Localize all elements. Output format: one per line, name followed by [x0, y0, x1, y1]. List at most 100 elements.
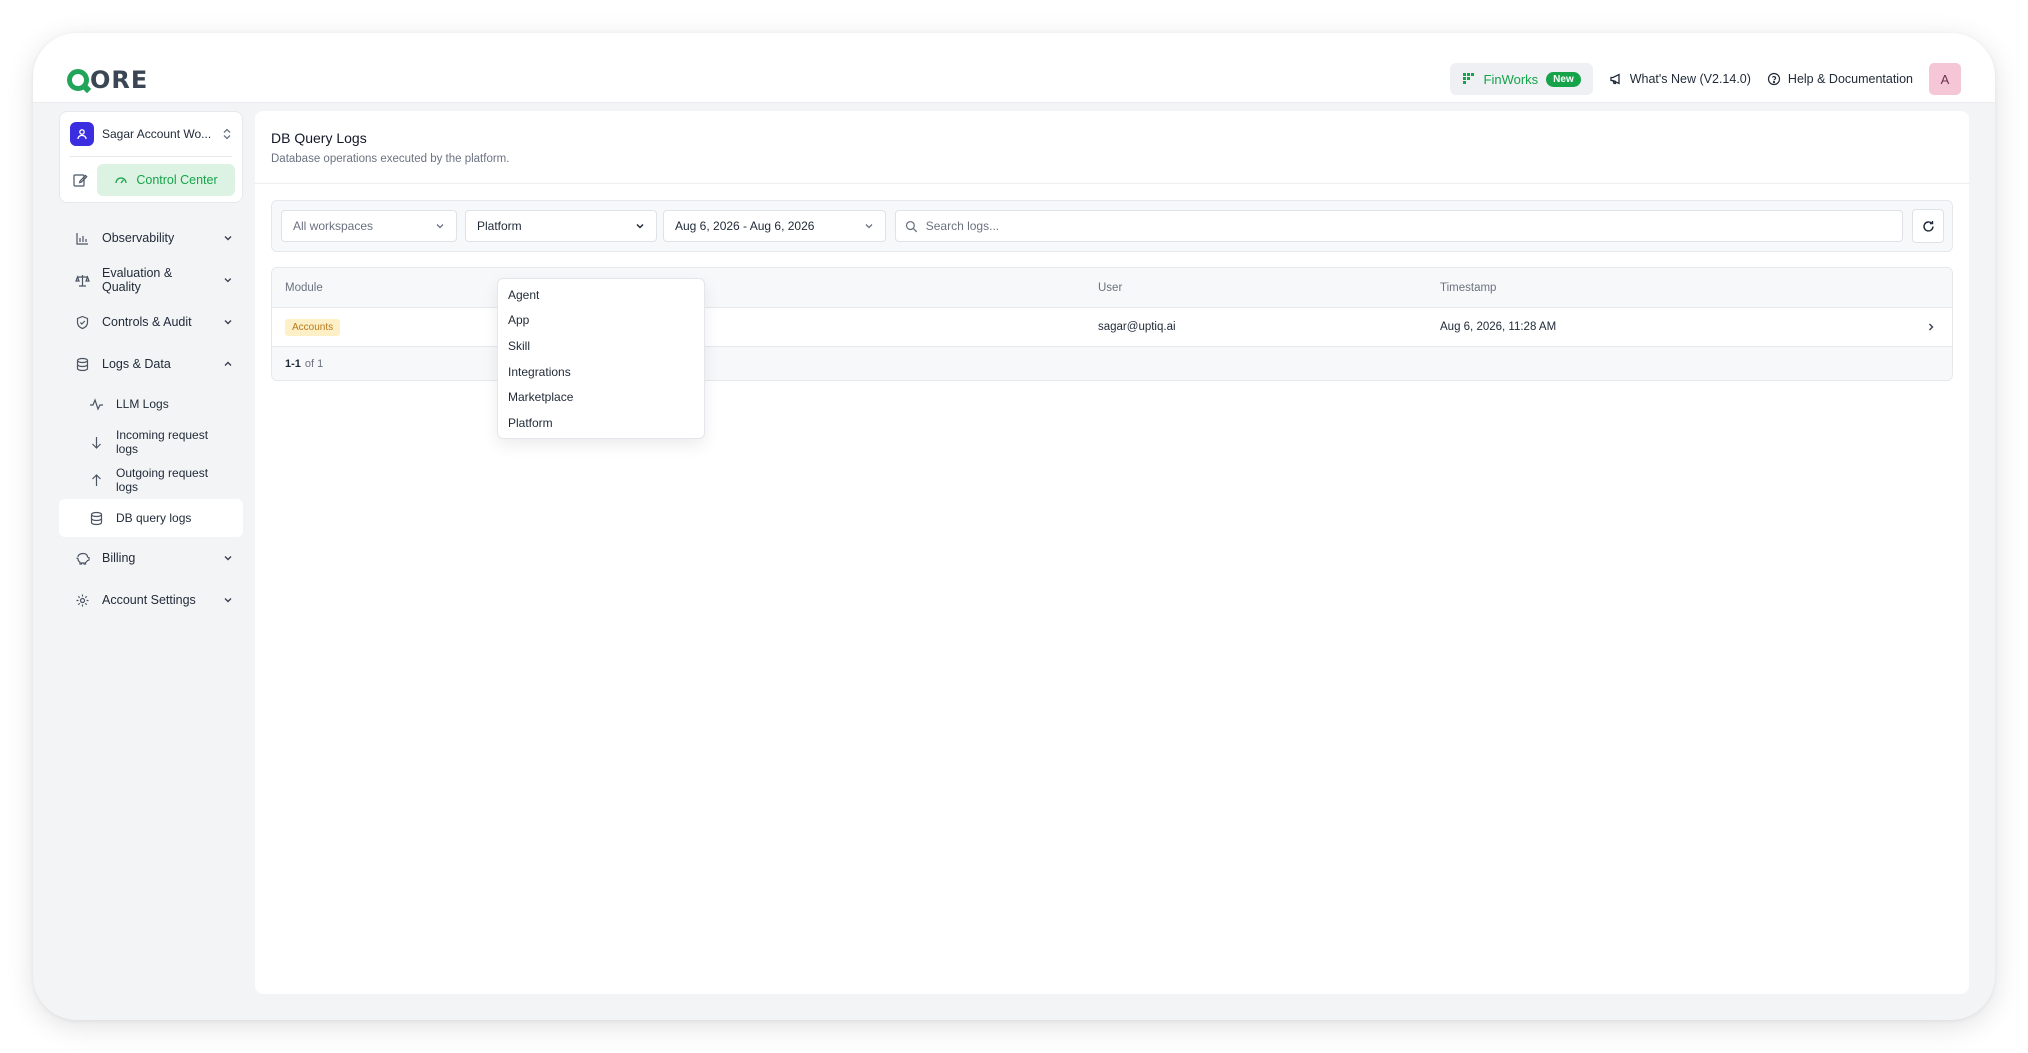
chevron-down-icon	[865, 224, 873, 229]
refresh-button[interactable]	[1912, 209, 1944, 243]
refresh-icon	[1922, 220, 1934, 232]
bar-chart-icon	[76, 232, 88, 245]
database-icon	[76, 357, 89, 371]
piggy-bank-icon	[76, 552, 90, 565]
control-center-label: Control Center	[136, 173, 218, 187]
finworks-button[interactable]: FinWorks New	[1449, 63, 1593, 95]
sidebar-item-label: Billing	[102, 551, 136, 565]
date-range-select[interactable]: Aug 6, 2026 - Aug 6, 2026	[663, 210, 886, 242]
dropdown-option-platform[interactable]: Platform	[498, 410, 704, 436]
sidebar-item-db-query-logs[interactable]: DB query logs	[59, 499, 243, 537]
page-header: DB Query Logs Database operations execut…	[255, 111, 1969, 184]
main-panel: DB Query Logs Database operations execut…	[255, 111, 1969, 994]
qore-logo[interactable]: ORE	[67, 66, 148, 94]
chevron-right-icon[interactable]	[1926, 322, 1936, 332]
sidebar-item-outgoing-request-logs[interactable]: Outgoing request logs	[59, 461, 243, 499]
help-label: Help & Documentation	[1787, 72, 1913, 86]
chevron-down-icon	[224, 556, 232, 561]
logo-q-mark	[67, 69, 89, 91]
chevron-down-icon	[224, 236, 232, 241]
shield-icon	[76, 315, 89, 329]
pagination-range: 1-1	[285, 357, 301, 370]
module-badge: Accounts	[285, 318, 341, 336]
chevron-down-icon	[224, 320, 232, 325]
new-badge: New	[1546, 71, 1581, 87]
sidebar-item-label: DB query logs	[116, 511, 192, 525]
finworks-icon	[1462, 73, 1474, 84]
search-input[interactable]	[925, 219, 1893, 233]
dropdown-option-integrations[interactable]: Integrations	[498, 359, 704, 385]
date-range-value: Aug 6, 2026 - Aug 6, 2026	[675, 219, 815, 233]
sidebar-item-label: Incoming request logs	[116, 428, 209, 456]
workspace-select[interactable]: All workspaces	[281, 210, 457, 242]
sidebar-item-logs-data[interactable]: Logs & Data	[59, 343, 243, 385]
account-card: Sagar Account Wo... Control Center	[59, 111, 243, 203]
sidebar-item-observability[interactable]: Observability	[59, 217, 243, 259]
logo-text: ORE	[90, 66, 149, 94]
scale-icon	[75, 274, 90, 287]
chevron-up-down-icon	[223, 128, 231, 140]
dropdown-option-agent[interactable]: Agent	[498, 282, 704, 308]
column-header-module: Module	[285, 281, 323, 294]
arrow-down-icon	[92, 436, 101, 449]
sidebar-item-controls-audit[interactable]: Controls & Audit	[59, 301, 243, 343]
workspace-select-value: All workspaces	[293, 219, 374, 233]
control-center-button[interactable]: Control Center	[97, 164, 235, 196]
sidebar-item-label: Controls & Audit	[102, 315, 192, 329]
column-header-timestamp: Timestamp	[1440, 281, 1497, 294]
help-circle-icon	[1767, 72, 1781, 86]
account-name: Sagar Account Wo...	[102, 127, 212, 141]
top-actions: FinWorks New What's New (V2.14.0) Help &…	[1449, 63, 1961, 95]
activity-icon	[90, 397, 103, 411]
gauge-icon	[115, 177, 127, 184]
sidebar-item-label: Evaluation & Quality	[102, 266, 173, 294]
chevron-down-icon	[224, 278, 232, 283]
whats-new-label: What's New (V2.14.0)	[1629, 72, 1751, 86]
module-select[interactable]: Platform	[465, 210, 657, 242]
user-icon	[70, 122, 94, 146]
sidebar-item-evaluation-quality[interactable]: Evaluation & Quality	[59, 259, 243, 301]
module-dropdown-menu: Agent App Skill Integrations Marketplace…	[497, 278, 705, 439]
arrow-up-icon	[92, 473, 101, 486]
pagination-total: of 1	[304, 357, 324, 370]
gear-icon	[76, 594, 89, 606]
finworks-label: FinWorks	[1483, 71, 1539, 87]
dropdown-option-marketplace[interactable]: Marketplace	[498, 384, 704, 410]
sidebar-item-billing[interactable]: Billing	[59, 537, 243, 579]
sidebar-item-label: Logs & Data	[102, 357, 171, 371]
sidebar-nav: Observability Evaluation & Quality Contr…	[59, 217, 243, 621]
whats-new-link[interactable]: What's New (V2.14.0)	[1609, 63, 1751, 95]
chevron-down-icon	[224, 598, 232, 603]
sidebar-item-label: LLM Logs	[116, 397, 169, 411]
sidebar-item-incoming-request-logs[interactable]: Incoming request logs	[59, 423, 243, 461]
pagination-info: 1-1 of 1	[285, 347, 323, 380]
dropdown-option-skill[interactable]: Skill	[498, 333, 704, 359]
sidebar-item-label: Observability	[102, 231, 175, 245]
database-icon	[90, 511, 103, 525]
top-bar: ORE FinWorks New What's New (V2.14.0) He…	[33, 33, 1995, 103]
account-divider	[70, 156, 232, 157]
sidebar-item-llm-logs[interactable]: LLM Logs	[59, 385, 243, 423]
sidebar-item-account-settings[interactable]: Account Settings	[59, 579, 243, 621]
user-avatar[interactable]: A	[1929, 63, 1961, 95]
chevron-up-icon	[224, 361, 232, 366]
column-header-user: User	[1098, 281, 1123, 294]
megaphone-icon	[1610, 73, 1620, 85]
chevron-down-icon	[436, 224, 444, 229]
search-icon	[905, 220, 918, 232]
chevron-down-icon	[636, 223, 644, 229]
module-select-value: Platform	[477, 219, 522, 233]
user-cell: sagar@uptiq.ai	[1098, 321, 1176, 333]
app-window: ORE FinWorks New What's New (V2.14.0) He…	[33, 33, 1995, 1020]
account-switcher[interactable]: Sagar Account Wo...	[70, 121, 232, 147]
dropdown-option-app[interactable]: App	[498, 308, 704, 334]
filter-bar: All workspaces Platform Aug 6, 2026 - Au…	[271, 200, 1953, 252]
page-title: DB Query Logs	[271, 130, 367, 146]
edit-icon[interactable]	[72, 172, 88, 188]
page-subtitle: Database operations executed by the plat…	[271, 153, 510, 165]
timestamp-cell: Aug 6, 2026, 11:28 AM	[1440, 321, 1557, 333]
sidebar: Sagar Account Wo... Control Center Obser…	[54, 111, 243, 1020]
search-box	[895, 210, 1903, 242]
sidebar-item-label: Account Settings	[102, 593, 196, 607]
help-documentation-link[interactable]: Help & Documentation	[1767, 63, 1913, 95]
